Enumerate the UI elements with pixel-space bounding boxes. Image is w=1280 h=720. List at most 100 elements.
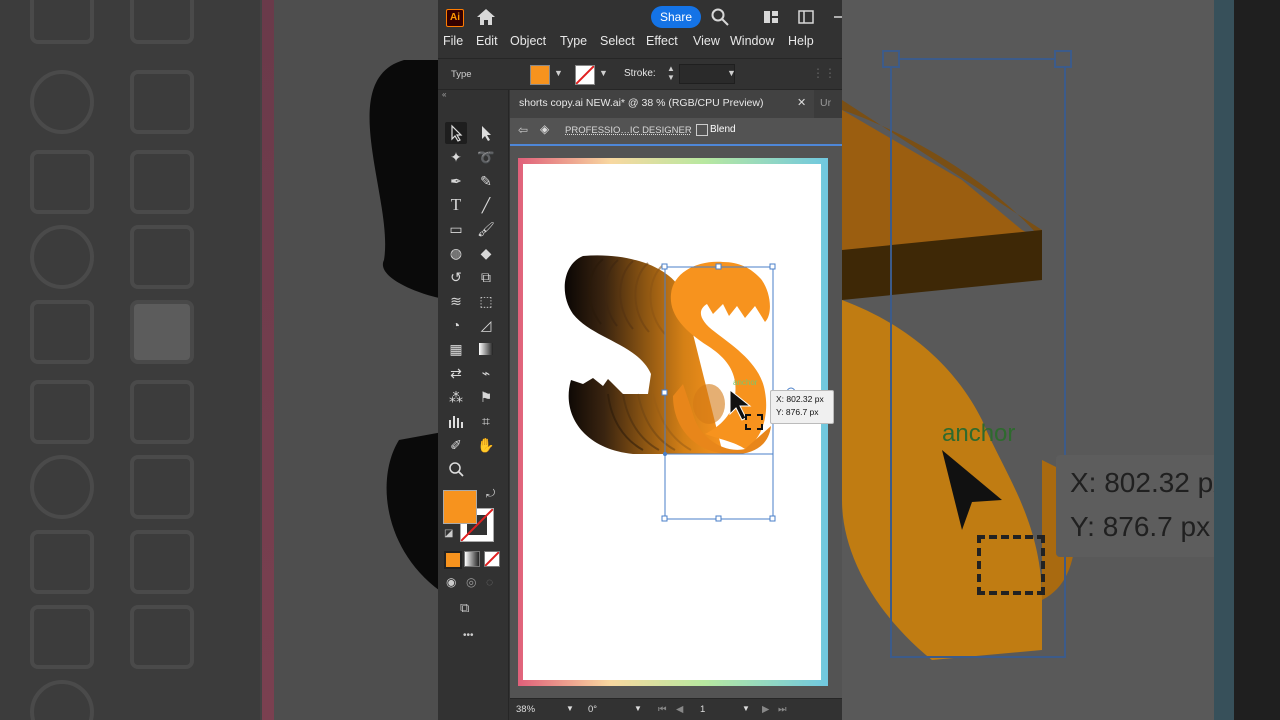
slice-tool-icon[interactable]: ✐ (445, 434, 467, 456)
type-tool-icon[interactable]: T (445, 194, 467, 216)
fill-swatch[interactable] (530, 65, 550, 85)
breadcrumb-layer[interactable]: PROFESSIO…IC DESIGNER (565, 125, 692, 136)
blurred-artboard-edge (262, 0, 274, 720)
breadcrumb-blend[interactable]: Blend (710, 124, 736, 135)
menu-view[interactable]: View (693, 34, 720, 48)
isolation-breadcrumb: ⇦ ◈ PROFESSIO…IC DESIGNER Blend (510, 118, 842, 146)
stroke-stepper-icon[interactable]: ▲ ▼ (667, 64, 675, 82)
document-tab-title: shorts copy.ai NEW.ai* @ 38 % (RGB/CPU P… (519, 97, 764, 109)
live-paint-tool-icon[interactable]: ⚑ (475, 386, 497, 408)
perspective-grid-tool-icon[interactable]: ◿ (475, 314, 497, 336)
share-button[interactable]: Share (651, 6, 701, 28)
fill-dropdown-icon[interactable]: ▼ (554, 68, 563, 78)
shaper-tool-icon[interactable]: ◍ (445, 242, 467, 264)
blurred-icon (130, 530, 194, 594)
close-tab-icon[interactable]: ✕ (797, 96, 806, 109)
draw-inside-icon[interactable]: ◌ (486, 575, 493, 589)
illustrator-window: Ai Share File Edit Object Type Select Ef… (438, 0, 842, 720)
menu-window[interactable]: Window (730, 34, 774, 48)
line-segment-tool-icon[interactable]: ╱ (475, 194, 497, 216)
direct-selection-tool-icon[interactable] (475, 122, 497, 144)
blurred-icon (130, 380, 194, 444)
menu-edit[interactable]: Edit (476, 34, 498, 48)
rotation-value[interactable]: 0° (588, 704, 597, 715)
edit-toolbar-icon[interactable]: ••• (463, 630, 474, 641)
minimize-icon[interactable] (832, 10, 842, 24)
blurred-toolbar (0, 0, 260, 720)
blurred-icon (130, 455, 194, 519)
warp-tool-icon[interactable]: ≋ (445, 290, 467, 312)
column-graph-tool-icon[interactable] (445, 410, 467, 432)
shape-builder-tool-icon[interactable]: ◔ (445, 314, 467, 336)
blurred-icon (30, 225, 94, 289)
eraser-tool-icon[interactable]: ◆ (475, 242, 497, 264)
artboard-tool-icon[interactable]: ⌗ (475, 410, 497, 432)
blurred-handle (882, 50, 900, 68)
arrange-documents-icon[interactable] (763, 10, 779, 24)
magic-wand-tool-icon[interactable]: ✦ (445, 146, 467, 168)
collapse-icon[interactable]: « (442, 90, 446, 99)
blurred-icon (30, 70, 94, 134)
blend-tool-icon[interactable]: ⇄ (445, 362, 467, 384)
blend-icon (696, 124, 708, 136)
blurred-icon (30, 530, 94, 594)
menu-select[interactable]: Select (600, 34, 635, 48)
menu-object[interactable]: Object (510, 34, 546, 48)
lasso-tool-icon[interactable]: ➰ (475, 146, 497, 168)
back-arrow-icon[interactable]: ⇦ (518, 123, 528, 137)
document-tab-next[interactable]: Ur (820, 97, 831, 109)
home-icon[interactable] (476, 8, 496, 26)
rectangle-tool-icon[interactable]: ▭ (445, 218, 467, 240)
draw-normal-icon[interactable]: ◉ (446, 575, 456, 589)
stroke-dropdown-icon[interactable]: ▼ (599, 68, 608, 78)
none-mode-icon[interactable] (484, 551, 500, 567)
artboard-number[interactable]: 1 (700, 704, 705, 715)
scale-tool-icon[interactable]: ⧉ (475, 266, 497, 288)
blurred-icon (30, 300, 94, 364)
selection-tool-icon[interactable] (445, 122, 467, 144)
last-artboard-icon[interactable]: ⏭ (778, 704, 787, 715)
swap-colors-icon[interactable]: ⤾ (486, 488, 495, 501)
menu-effect[interactable]: Effect (646, 34, 678, 48)
pen-tool-icon[interactable]: ✒ (445, 170, 467, 192)
curvature-tool-icon[interactable]: ✎ (475, 170, 497, 192)
search-icon[interactable] (711, 8, 729, 26)
menu-type[interactable]: Type (560, 34, 587, 48)
zoom-level[interactable]: 38% (516, 704, 535, 715)
tools-panel: « ✦ ➰ ✒ ✎ T ╱ ▭ 🖌 ◍ ◆ ↺ ⧉ ≋ ⬚ ◔ ◿ ▦ ⇄ ⌁ … (438, 90, 509, 720)
zoom-dropdown-icon[interactable]: ▼ (566, 704, 574, 713)
first-artboard-icon[interactable]: ⏮ (658, 704, 667, 715)
menu-file[interactable]: File (443, 34, 463, 48)
stroke-weight-dropdown-icon[interactable]: ▼ (727, 68, 736, 78)
menu-help[interactable]: Help (788, 34, 814, 48)
fill-color-box[interactable] (443, 490, 477, 524)
workspace-icon[interactable] (798, 10, 814, 24)
prev-artboard-icon[interactable]: ◀ (676, 704, 683, 715)
hand-tool-icon[interactable]: ✋ (475, 434, 497, 456)
stroke-swatch[interactable] (575, 65, 595, 85)
blurred-icon (130, 605, 194, 669)
control-bar: Type ▼ ▼ Stroke: ▲ ▼ ▼ ⋮⋮ (438, 58, 842, 90)
free-transform-tool-icon[interactable]: ⬚ (475, 290, 497, 312)
paintbrush-tool-icon[interactable]: 🖌 (475, 218, 497, 240)
change-screen-mode-icon[interactable]: ⧉ (460, 600, 469, 616)
color-mode-icon[interactable] (444, 551, 462, 569)
gradient-mode-icon[interactable] (464, 551, 480, 567)
eyedropper-tool-icon[interactable]: ⌁ (475, 362, 497, 384)
blurred-artboard-edge-right (1214, 0, 1234, 720)
next-artboard-icon[interactable]: ▶ (762, 704, 769, 715)
default-colors-icon[interactable]: ◪ (444, 528, 453, 539)
blurred-right-panel: anchor X: 802.32 px Y: 876.7 px (842, 0, 1280, 720)
blurred-icon (130, 300, 194, 364)
zoom-tool-icon[interactable] (445, 458, 467, 480)
document-tab-active[interactable]: shorts copy.ai NEW.ai* @ 38 % (RGB/CPU P… (510, 90, 814, 118)
symbol-sprayer-tool-icon[interactable]: ⁂ (445, 386, 467, 408)
artboard-dropdown-icon[interactable]: ▼ (742, 704, 750, 713)
rotate-tool-icon[interactable]: ↺ (445, 266, 467, 288)
gradient-tool-icon[interactable] (475, 338, 497, 360)
draw-behind-icon[interactable]: ◎ (466, 575, 476, 589)
mesh-tool-icon[interactable]: ▦ (445, 338, 467, 360)
blurred-cursor-box-icon (977, 535, 1045, 595)
rotation-dropdown-icon[interactable]: ▼ (634, 704, 642, 713)
blurred-icon (30, 455, 94, 519)
